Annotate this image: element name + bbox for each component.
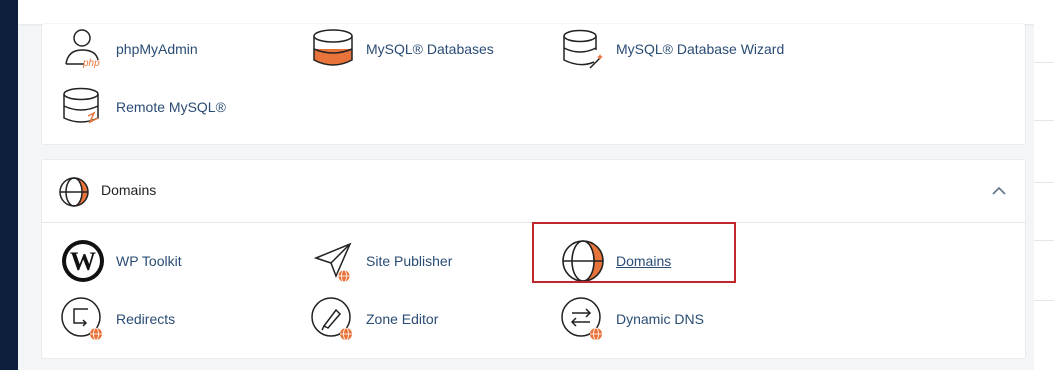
chevron-up-icon[interactable] (990, 182, 1008, 200)
mysql-databases-icon (313, 29, 353, 66)
phpmyadmin-link[interactable]: php phpMyAdmin (60, 26, 260, 72)
mysql-databases-link[interactable]: MySQL® Databases (310, 26, 530, 72)
site-publisher-link[interactable]: Site Publisher (310, 238, 530, 284)
mysql-wizard-link[interactable]: MySQL® Database Wizard (560, 26, 820, 72)
dynamic-dns-label: Dynamic DNS (616, 311, 704, 327)
wp-toolkit-link[interactable]: W WP Toolkit (60, 238, 260, 284)
wordpress-icon: W (62, 240, 104, 282)
phpmyadmin-icon: php (65, 29, 100, 69)
mysql-wizard-icon (563, 29, 603, 69)
dynamic-dns-link[interactable]: Dynamic DNS (560, 296, 760, 342)
domains-panel-title: Domains (101, 182, 157, 198)
zone-editor-label: Zone Editor (366, 311, 439, 327)
remote-mysql-icon (63, 87, 99, 124)
redirects-icon (61, 297, 102, 341)
site-publisher-icon (313, 242, 352, 283)
domains-panel-header[interactable]: Domains (42, 160, 1025, 223)
zone-editor-icon (311, 297, 352, 341)
domains-highlight-box (532, 222, 736, 283)
right-edge-panel (1034, 0, 1054, 370)
svg-text:php: php (82, 58, 100, 69)
databases-panel: php phpMyAdmin MySQL® Databases MySQL® D… (42, 24, 1025, 144)
top-bar (18, 0, 1034, 24)
globe-icon (59, 177, 89, 207)
remote-mysql-link[interactable]: Remote MySQL® (60, 84, 280, 130)
site-publisher-label: Site Publisher (366, 253, 453, 269)
remote-mysql-label: Remote MySQL® (116, 99, 226, 115)
zone-editor-link[interactable]: Zone Editor (310, 296, 510, 342)
mysql-databases-label: MySQL® Databases (366, 41, 494, 57)
svg-text:W: W (70, 247, 96, 276)
left-sidebar (0, 0, 18, 370)
mysql-wizard-label: MySQL® Database Wizard (616, 41, 785, 57)
redirects-link[interactable]: Redirects (60, 296, 260, 342)
dynamic-dns-icon (561, 297, 602, 341)
wp-toolkit-label: WP Toolkit (116, 253, 182, 269)
redirects-label: Redirects (116, 311, 176, 327)
phpmyadmin-label: phpMyAdmin (116, 41, 198, 57)
